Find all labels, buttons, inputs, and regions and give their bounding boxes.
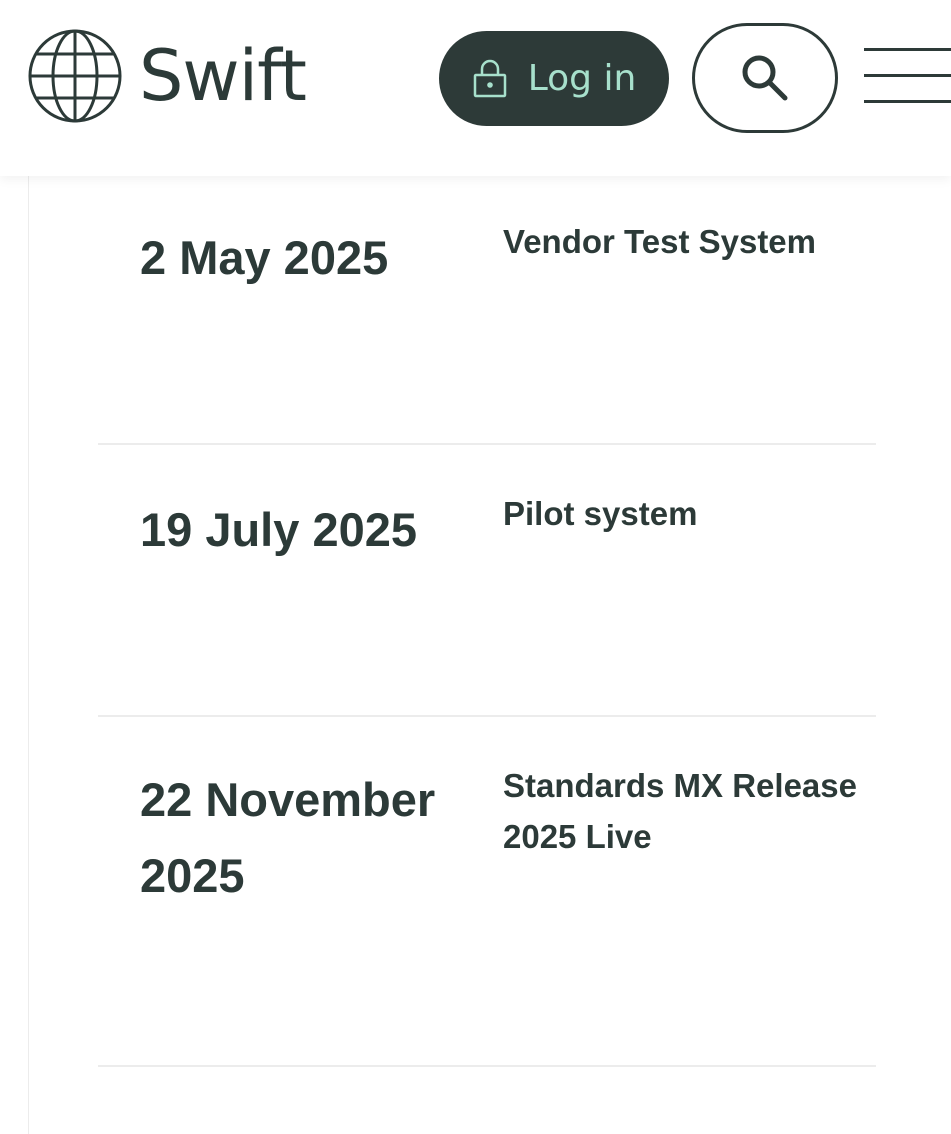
login-label: Log in [527, 58, 637, 99]
lock-icon [473, 59, 506, 97]
timeline-event: Pilot system [503, 495, 698, 532]
search-icon [742, 55, 788, 101]
hamburger-menu-icon[interactable] [864, 46, 951, 108]
timeline-date: 22 November 2025 [140, 773, 436, 902]
timeline-event: Standards MX Release 2025 Live [503, 767, 857, 855]
search-button[interactable] [692, 23, 838, 133]
globe-icon [28, 29, 122, 123]
timeline-event: Vendor Test System [503, 223, 817, 260]
divider [98, 443, 876, 445]
brand-name: Swift [139, 35, 307, 117]
site-header: Swift Log in [0, 0, 951, 176]
login-button[interactable]: Log in [439, 31, 669, 126]
divider [98, 1065, 876, 1067]
timeline-date: 19 July 2025 [140, 503, 417, 556]
content-panel [28, 176, 951, 1134]
timeline-date: 2 May 2025 [140, 231, 389, 284]
divider [98, 715, 876, 717]
swift-logo[interactable]: Swift [27, 28, 307, 124]
